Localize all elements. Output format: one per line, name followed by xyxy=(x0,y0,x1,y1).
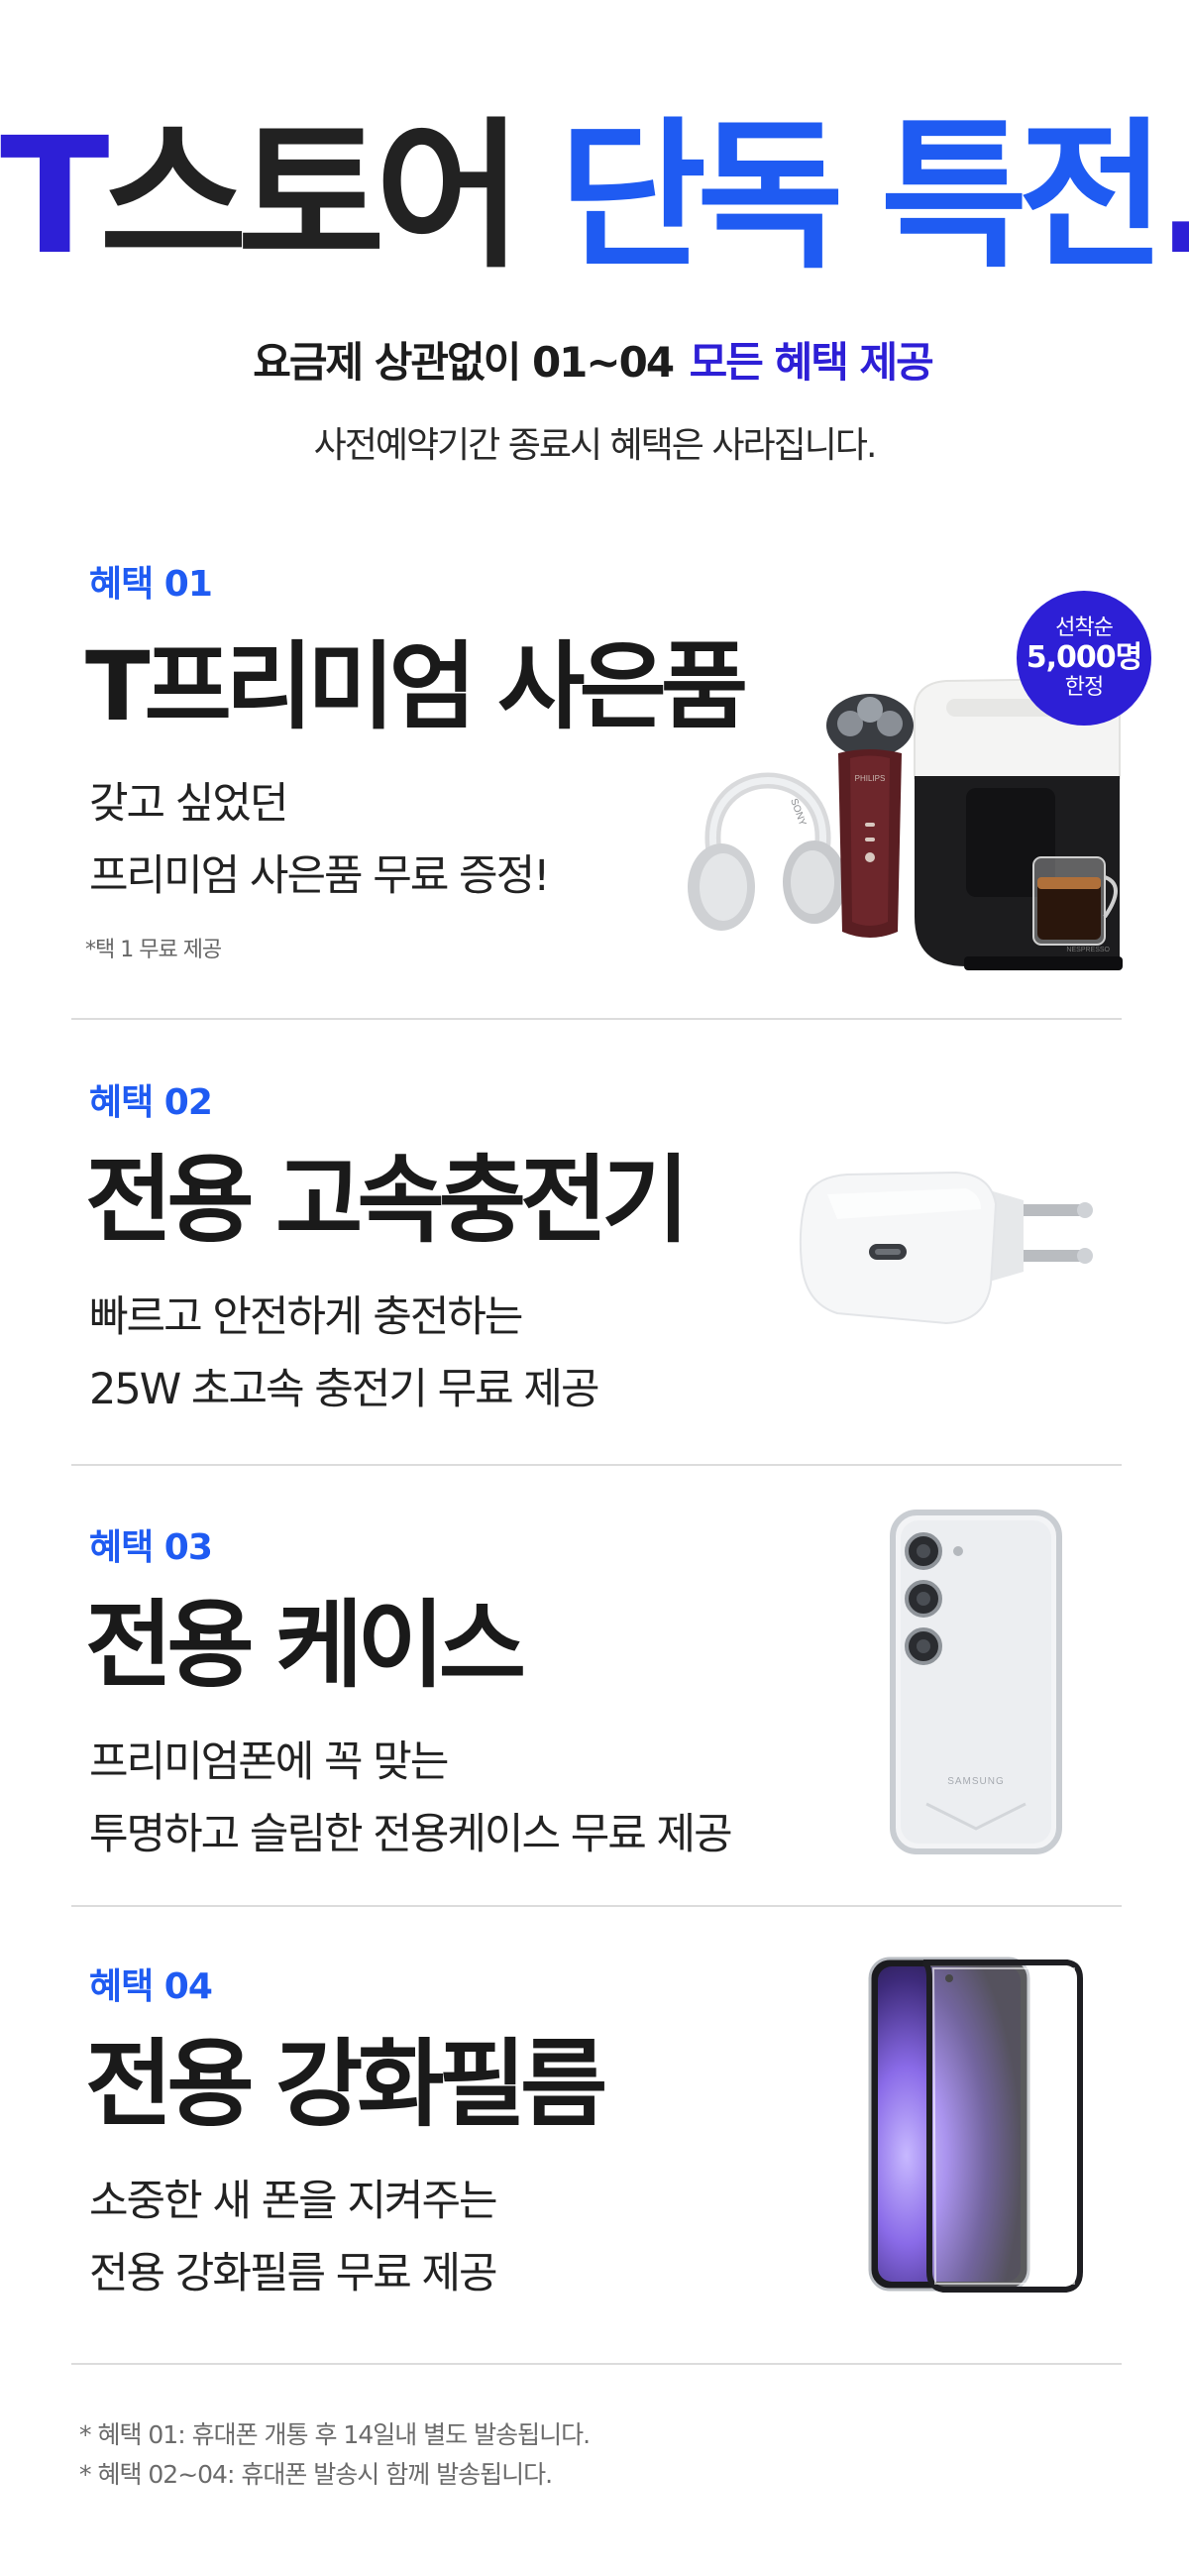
hero-section: T스토어 단독 특전. 요금제 상관없이 01~04 모든 혜택 제공 사전예약… xyxy=(0,0,1189,476)
footnote-2: * 혜택 02~04: 휴대폰 발송시 함께 발송됩니다. xyxy=(79,2460,553,2489)
hero-title: T스토어 단독 특전. xyxy=(0,117,1189,278)
clear-case-image: SAMSUNG xyxy=(890,1510,1062,1854)
section-divider xyxy=(71,1018,1122,1020)
benefit-04-desc-line1: 소중한 새 폰을 지켜주는 xyxy=(89,2177,498,2226)
section-divider xyxy=(71,1905,1122,1907)
badge-line2: 5,000명 xyxy=(1026,639,1142,675)
hero-title-store: 스토어 xyxy=(99,104,560,290)
benefit-01-desc-line1: 갖고 싶었던 xyxy=(89,779,288,829)
benefit-03-desc-line1: 프리미엄폰에 꼭 맞는 xyxy=(89,1737,449,1787)
tempered-glass-image xyxy=(868,1957,1083,2293)
hero-subtitle-highlight: 모든 혜택 제공 xyxy=(686,338,936,387)
case-brand: SAMSUNG xyxy=(947,1776,1005,1787)
benefit-01-title: T프리미엄 사은품 xyxy=(85,631,748,742)
section-divider xyxy=(71,1464,1122,1466)
hero-subtitle-plain: 요금제 상관없이 01~04 xyxy=(253,338,686,387)
benefit-04-label: 혜택 04 xyxy=(89,1966,213,2007)
benefit-03-desc-line2: 투명하고 슬림한 전용케이스 무료 제공 xyxy=(89,1810,733,1859)
coffee-brand: NESPRESSO xyxy=(1066,947,1110,953)
badge-line1: 선착순 xyxy=(1055,616,1114,641)
benefit-02-title: 전용 고속충전기 xyxy=(85,1145,690,1256)
hero-title-exclusive: 단독 특전 xyxy=(559,104,1166,290)
shaver-brand: PHILIPS xyxy=(855,774,886,783)
benefit-04-desc-line2: 전용 강화필름 무료 제공 xyxy=(89,2249,498,2298)
benefit-02-desc-line1: 빠르고 안전하게 충전하는 xyxy=(89,1292,523,1342)
hero-subtitle: 요금제 상관없이 01~04 모든 혜택 제공 xyxy=(0,329,1189,390)
hero-note: 사전예약기간 종료시 혜택은 사라집니다. xyxy=(313,425,878,466)
benefit-03-label: 혜택 03 xyxy=(89,1527,213,1568)
benefit-01-small-note: *택 1 무료 제공 xyxy=(85,938,222,962)
benefit-01-desc-line2: 프리미엄 사은품 무료 증정! xyxy=(89,851,550,901)
first-come-badge: 선착순 5,000명 한정 xyxy=(1017,591,1151,726)
benefit-02-desc-line2: 25W 초고속 충전기 무료 제공 xyxy=(89,1365,600,1414)
shaver-image: PHILIPS xyxy=(826,694,914,938)
badge-line3: 한정 xyxy=(1064,675,1104,701)
benefit-01-label: 혜택 01 xyxy=(89,564,213,605)
section-divider xyxy=(71,2363,1122,2365)
footnote-1: * 혜택 01: 휴대폰 개통 후 14일내 별도 발송됩니다. xyxy=(79,2420,591,2449)
hero-title-dot: . xyxy=(1156,104,1189,290)
charger-image xyxy=(799,1171,1093,1325)
hero-title-brand: T xyxy=(0,104,109,290)
benefit-03-title: 전용 케이스 xyxy=(85,1590,526,1701)
benefit-04-title: 전용 강화필름 xyxy=(85,2029,607,2140)
benefit-02-label: 혜택 02 xyxy=(89,1082,213,1123)
